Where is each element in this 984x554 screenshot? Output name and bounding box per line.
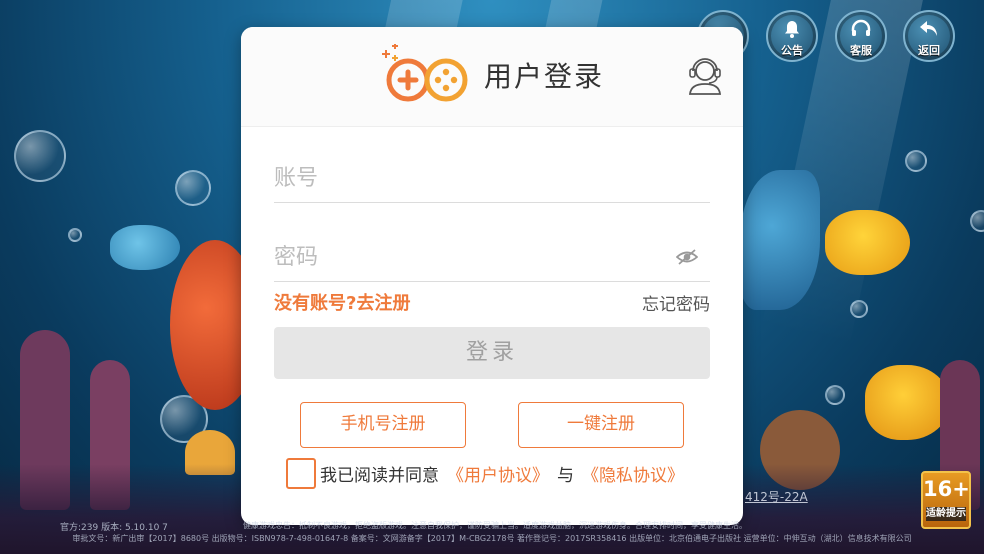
page-title: 用户登录: [484, 60, 605, 93]
login-button[interactable]: 登录: [274, 327, 710, 379]
forgot-password-link[interactable]: 忘记密码: [642, 293, 710, 317]
bubble: [850, 300, 868, 318]
age-rating-badge: 16+ 适龄提示: [921, 471, 971, 529]
account-input[interactable]: [274, 155, 710, 202]
bubble: [14, 130, 66, 182]
login-dialog: 用户登录 没有账号?去注册 忘记密码 登录 手机号注册 一键注册 我已阅读并同意…: [241, 27, 743, 525]
agreement-row: 我已阅读并同意 《用户协议》 与 《隐私协议》: [286, 457, 684, 489]
back-button[interactable]: 返回: [903, 10, 955, 62]
bell-icon: [768, 19, 816, 44]
password-input[interactable]: [274, 234, 710, 281]
bubble: [970, 210, 984, 232]
yellow-fish: [825, 210, 910, 275]
yellow-fish: [865, 365, 950, 440]
blue-fin-fish: [740, 170, 820, 310]
gamepad-logo-icon: [382, 44, 468, 102]
bubble: [68, 228, 82, 242]
agreement-text: 我已阅读并同意: [320, 465, 439, 486]
blue-fish: [110, 225, 180, 270]
publication-info: 审批文号：新广出审【2017】8680号 出版物号：ISBN978-7-498-…: [72, 534, 912, 543]
headset-icon: [837, 19, 885, 44]
register-link[interactable]: 没有账号?去注册: [274, 292, 410, 316]
password-field: [274, 234, 710, 282]
customer-service-button[interactable]: 客服: [835, 10, 887, 62]
announcement-label: 公告: [781, 44, 803, 57]
announcement-button[interactable]: 公告: [766, 10, 818, 62]
registration-number: 412号-22A: [745, 490, 808, 504]
back-arrow-icon: [905, 19, 953, 44]
customer-service-label: 客服: [850, 44, 872, 57]
age-rating-label: 适龄提示: [926, 507, 966, 521]
health-notice: 健康游戏忠告：抵制不良游戏，拒绝盗版游戏。注意自我保护，谨防受骗上当。适度游戏益…: [243, 521, 747, 530]
account-field: [274, 155, 710, 203]
eye-icon[interactable]: [676, 248, 698, 266]
age-rating-value: 16+: [923, 477, 970, 501]
agreement-and-text: 与: [557, 465, 574, 486]
bubble: [905, 150, 927, 172]
quick-register-button[interactable]: 一键注册: [518, 402, 684, 448]
headset-service-icon[interactable]: [687, 55, 723, 95]
privacy-policy-link[interactable]: 《隐私协议》: [582, 461, 684, 486]
phone-register-button[interactable]: 手机号注册: [300, 402, 466, 448]
agreement-checkbox[interactable]: [286, 457, 316, 489]
dialog-header: 用户登录: [241, 27, 743, 127]
bubble: [175, 170, 211, 206]
back-label: 返回: [918, 44, 940, 57]
bubble: [825, 385, 845, 405]
user-agreement-link[interactable]: 《用户协议》: [447, 461, 549, 486]
